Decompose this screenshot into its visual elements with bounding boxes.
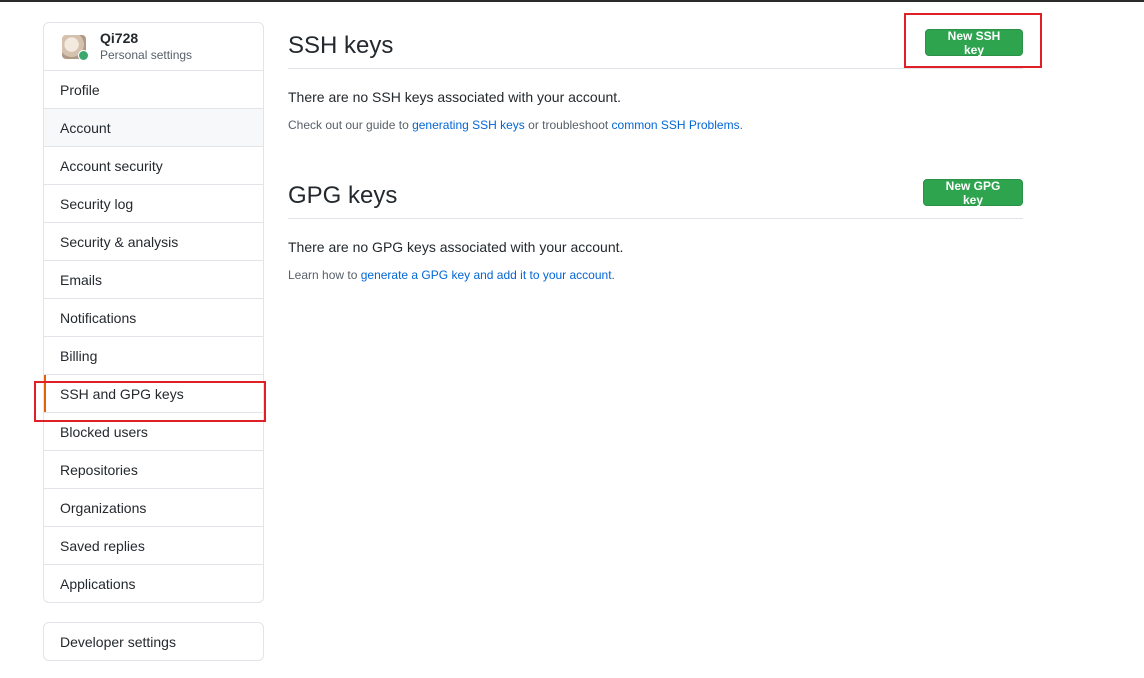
settings-sidebar: Qi728 Personal settings Profile Account … — [43, 22, 264, 603]
ssh-help-prefix: Check out our guide to — [288, 118, 413, 132]
ssh-help-suffix: . — [739, 118, 743, 132]
sidebar-item-developer-settings[interactable]: Developer settings — [43, 622, 264, 661]
profile-text: Qi728 Personal settings — [100, 30, 193, 62]
generate-gpg-key-link[interactable]: generate a GPG key and add it to your ac… — [361, 268, 612, 282]
settings-menu: Profile Account Account security Securit… — [44, 71, 263, 602]
gpg-help-prefix: Learn how to — [288, 268, 361, 282]
sidebar-item-repositories[interactable]: Repositories — [44, 451, 263, 489]
profile-subtitle: Personal settings — [100, 47, 193, 62]
sidebar-item-account[interactable]: Account — [44, 109, 263, 147]
sidebar-item-account-security[interactable]: Account security — [44, 147, 263, 185]
gpg-keys-title: GPG keys — [288, 182, 398, 209]
ssh-keys-header: SSH keys New SSH key — [288, 24, 1023, 69]
common-ssh-problems-link[interactable]: common SSH Problems — [612, 118, 740, 132]
sidebar-item-applications[interactable]: Applications — [44, 565, 263, 602]
sidebar-item-billing[interactable]: Billing — [44, 337, 263, 375]
sidebar-item-security-analysis[interactable]: Security & analysis — [44, 223, 263, 261]
profile-header[interactable]: Qi728 Personal settings — [44, 23, 263, 71]
ssh-keys-section: SSH keys New SSH key There are no SSH ke… — [288, 24, 1023, 132]
status-dot-icon — [78, 49, 89, 61]
sidebar-item-profile[interactable]: Profile — [44, 71, 263, 109]
avatar[interactable] — [62, 34, 89, 61]
sidebar-item-saved-replies[interactable]: Saved replies — [44, 527, 263, 565]
sidebar-item-notifications[interactable]: Notifications — [44, 299, 263, 337]
sidebar-item-security-log[interactable]: Security log — [44, 185, 263, 223]
new-gpg-key-button[interactable]: New GPG key — [923, 179, 1023, 207]
sidebar-item-organizations[interactable]: Organizations — [44, 489, 263, 527]
sidebar-item-ssh-gpg-keys[interactable]: SSH and GPG keys — [44, 375, 263, 413]
gpg-empty-message: There are no GPG keys associated with yo… — [288, 239, 624, 255]
gpg-help-text: Learn how to generate a GPG key and add … — [288, 268, 1023, 282]
ssh-help-text: Check out our guide to generating SSH ke… — [288, 118, 1023, 132]
gpg-keys-header: GPG keys New GPG key — [288, 174, 1023, 219]
profile-name[interactable]: Qi728 — [100, 30, 192, 46]
settings-page: Qi728 Personal settings Profile Account … — [0, 0, 1144, 678]
gpg-help-suffix: . — [611, 268, 615, 282]
gpg-keys-section: GPG keys New GPG key There are no GPG ke… — [288, 174, 1023, 282]
ssh-keys-title: SSH keys — [288, 32, 394, 59]
sidebar-item-emails[interactable]: Emails — [44, 261, 263, 299]
ssh-help-middle: or troubleshoot — [524, 118, 612, 132]
ssh-empty-message: There are no SSH keys associated with yo… — [288, 89, 622, 105]
new-ssh-key-button[interactable]: New SSH key — [925, 29, 1023, 57]
sidebar-item-blocked-users[interactable]: Blocked users — [44, 413, 263, 451]
generating-ssh-keys-link[interactable]: generating SSH keys — [412, 118, 525, 132]
